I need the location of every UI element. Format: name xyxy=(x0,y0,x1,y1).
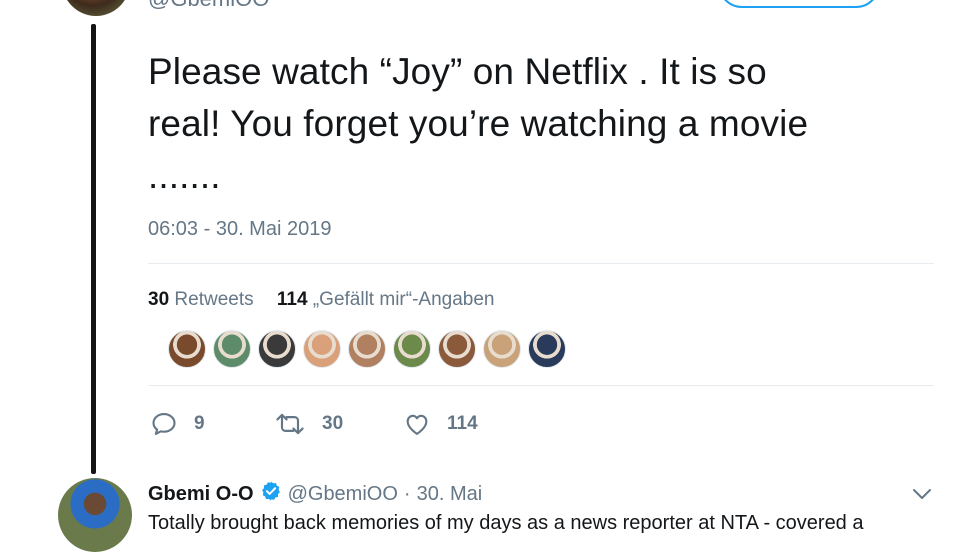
liker-8-avatar[interactable] xyxy=(483,330,521,368)
retweets-stat[interactable]: 30 Retweets xyxy=(148,289,254,310)
liker-6-avatar[interactable] xyxy=(393,330,431,368)
likes-stat-label: „Gefällt mir“-Angaben xyxy=(312,289,495,310)
like-count: 114 xyxy=(447,413,478,434)
retweet-icon xyxy=(276,413,304,435)
divider xyxy=(148,385,934,386)
reply-date[interactable]: 30. Mai xyxy=(417,483,483,506)
retweet-button[interactable]: 30 xyxy=(274,408,343,440)
retweets-stat-label: Retweets xyxy=(174,289,254,310)
retweet-count: 30 xyxy=(322,413,344,434)
reply-count: 9 xyxy=(194,413,205,434)
author-handle[interactable]: @GbemiOO xyxy=(148,0,269,12)
reply-tweet-text: Totally brought back memories of my days… xyxy=(148,512,864,534)
thread-line xyxy=(91,24,96,474)
likes-stat[interactable]: 114 „Gefällt mir“-Angaben xyxy=(277,289,495,310)
tweet-text: Please watch “Joy” on Netflix . It is so… xyxy=(148,51,809,196)
liker-5-avatar[interactable] xyxy=(348,330,386,368)
meta-separator: · xyxy=(403,482,411,505)
liker-4-avatar[interactable] xyxy=(303,330,341,368)
reply-icon xyxy=(152,413,176,435)
likes-stat-count: 114 xyxy=(276,289,308,310)
follow-button[interactable] xyxy=(718,0,880,8)
tweet-stats: 30 Retweets 114 „Gefällt mir“-Angaben xyxy=(148,289,512,311)
verified-badge-icon xyxy=(260,480,282,508)
retweets-stat-count: 30 xyxy=(148,289,170,310)
divider xyxy=(148,263,934,264)
more-options-button[interactable] xyxy=(910,482,934,506)
liker-9-avatar[interactable] xyxy=(528,330,566,368)
liker-3-avatar[interactable] xyxy=(258,330,296,368)
chevron-down-icon xyxy=(913,489,931,499)
like-button[interactable]: 114 xyxy=(403,408,478,440)
author-avatar[interactable] xyxy=(62,0,130,16)
reply-author-handle[interactable]: @GbemiOO xyxy=(288,483,398,506)
liker-2-avatar[interactable] xyxy=(213,330,251,368)
liker-7-avatar[interactable] xyxy=(438,330,476,368)
reply-button[interactable]: 9 xyxy=(150,408,205,440)
liker-1-avatar[interactable] xyxy=(168,330,206,368)
heart-icon xyxy=(406,414,428,435)
reply-header: Gbemi O-O @GbemiOO · 30. Mai xyxy=(148,480,482,508)
reply-author-avatar[interactable] xyxy=(58,478,132,552)
reply-author-name[interactable]: Gbemi O-O xyxy=(148,483,254,506)
tweet-timestamp[interactable]: 06:03 - 30. Mai 2019 xyxy=(148,218,331,241)
